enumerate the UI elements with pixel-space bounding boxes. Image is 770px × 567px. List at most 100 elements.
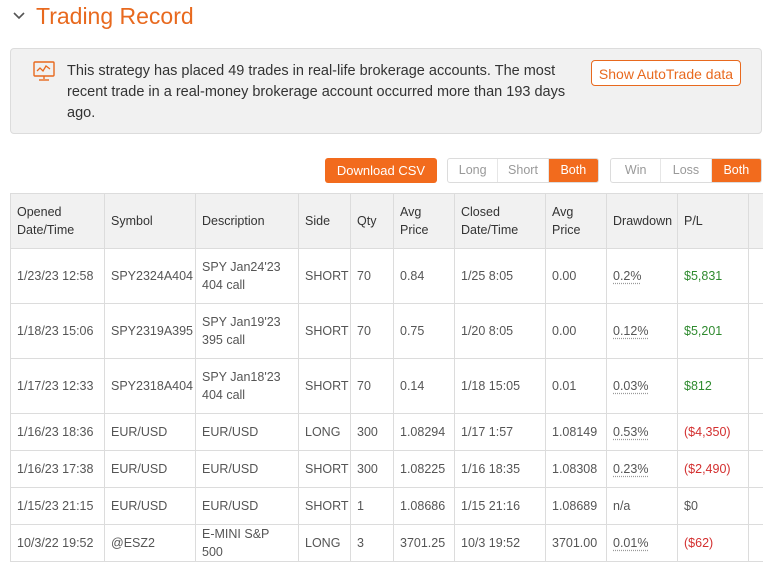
trades-table: Opened Date/Time Symbol Description Side… [10,193,763,562]
cell-symbol: EUR/USD [104,487,196,525]
symbol-value: SPY2318A404 [111,379,194,393]
closed-value: 1/17 1:57 [461,425,514,439]
chart-monitor-icon [33,61,55,81]
col-closed[interactable]: Closed Date/Time [454,193,546,249]
table-row[interactable]: 1/17/23 12:33 SPY2318A404 SPY Jan18'23 404… [10,358,763,414]
opened-value: 1/16/23 17:38 [17,462,94,476]
cell-opened: 1/16/23 18:36 [10,413,105,451]
qty-value: 300 [357,425,378,439]
cell-pl: $0 [677,487,749,525]
col-symbol[interactable]: Symbol [104,193,196,249]
col-avg-open[interactable]: Avg Price [393,193,455,249]
col-drawdown[interactable]: Drawdown [606,193,678,249]
header-label: Symbol [111,214,153,228]
header-label: Closed Date/Time [461,205,519,237]
cell-qty: 3 [350,524,394,562]
cell-symbol: EUR/USD [104,413,196,451]
closed-value: 1/16 18:35 [461,462,521,476]
drawdown-value[interactable]: 0.53% [613,425,648,439]
drawdown-value[interactable]: n/a [613,499,630,513]
closed-value: 1/25 8:05 [461,269,514,283]
cell-qty: 300 [350,413,394,451]
cell-side: SHORT [298,450,351,488]
filter-outcome-both[interactable]: Both [711,159,761,182]
col-pl[interactable]: P/L [677,193,749,249]
avg-open-value: 1.08686 [400,499,446,513]
cell-drawdown: 0.53% [606,413,678,451]
table-row[interactable]: 1/16/23 18:36 EUR/USD EUR/USD LONG 300 1.0829… [10,413,763,451]
notice-text: This strategy has placed 49 trades in re… [67,63,566,121]
cell-opened: 1/15/23 21:15 [10,487,105,525]
avg-close-value: 0.01 [552,379,577,393]
cell-extra [748,450,763,488]
filter-short[interactable]: Short [498,159,549,182]
drawdown-value[interactable]: 0.12% [613,324,648,338]
filter-long[interactable]: Long [448,159,499,182]
cell-closed: 1/16 18:35 [454,450,546,488]
drawdown-value[interactable]: 0.2% [613,269,642,283]
pl-value: ($4,350) [684,425,731,439]
closed-value: 10/3 19:52 [461,536,521,550]
download-csv-button[interactable]: Download CSV [325,158,437,183]
cell-symbol: EUR/USD [104,450,196,488]
qty-value: 1 [357,499,364,513]
qty-value: 3 [357,536,364,550]
col-description[interactable]: Description [195,193,299,249]
pl-value: $5,201 [684,324,723,338]
cell-pl: $5,201 [677,303,749,359]
symbol-value: SPY2319A395 [111,324,194,338]
drawdown-value[interactable]: 0.01% [613,536,648,550]
symbol-value: EUR/USD [111,499,168,513]
filter-loss[interactable]: Loss [661,159,712,182]
cell-side: SHORT [298,248,351,304]
section-title: Trading Record [36,2,194,29]
avg-open-value: 0.75 [400,324,425,338]
table-row[interactable]: 10/3/22 19:52 @ESZ2 E-MINI S&P 500 LONG 3 370… [10,524,763,562]
table-row[interactable]: 1/23/23 12:58 SPY2324A404 SPY Jan24'23 404… [10,248,763,304]
chevron-down-icon[interactable] [12,9,26,23]
avg-close-value: 0.00 [552,324,577,338]
avg-close-value: 1.08308 [552,462,598,476]
cell-opened: 10/3/22 19:52 [10,524,105,562]
cell-side: SHORT [298,487,351,525]
col-opened[interactable]: Opened Date/Time [10,193,105,249]
cell-opened: 1/18/23 15:06 [10,303,105,359]
cell-drawdown: 0.23% [606,450,678,488]
show-autotrade-data-button[interactable]: Show AutoTrade data [591,60,741,86]
opened-value: 1/17/23 12:33 [17,379,94,393]
cell-drawdown: 0.01% [606,524,678,562]
avg-open-value: 0.14 [400,379,425,393]
table-row[interactable]: 1/15/23 21:15 EUR/USD EUR/USD SHORT 1 1.08686… [10,487,763,525]
cell-opened: 1/23/23 12:58 [10,248,105,304]
cell-avg-close: 0.01 [545,358,607,414]
col-qty[interactable]: Qty [350,193,394,249]
filter-direction-both[interactable]: Both [548,159,598,182]
opened-value: 1/23/23 12:58 [17,269,94,283]
cell-side: LONG [298,524,351,562]
cell-extra [748,358,763,414]
side-value: SHORT [305,379,349,393]
filter-win[interactable]: Win [611,159,662,182]
cell-avg-close: 1.08308 [545,450,607,488]
cell-symbol: @ESZ2 [104,524,196,562]
cell-description: E-MINI S&P 500 [195,524,299,562]
pl-value: ($62) [684,536,714,550]
pl-value: ($2,490) [684,462,731,476]
drawdown-value[interactable]: 0.23% [613,462,648,476]
cell-symbol: SPY2324A404 [104,248,196,304]
description-value: SPY Jan24'23 404 call [202,260,281,292]
cell-pl: ($2,490) [677,450,749,488]
description-value: E-MINI S&P 500 [202,527,270,559]
table-row[interactable]: 1/18/23 15:06 SPY2319A395 SPY Jan19'23 395… [10,303,763,359]
section-header[interactable]: Trading Record [12,0,194,32]
drawdown-value[interactable]: 0.03% [613,379,648,393]
trades-table-container[interactable]: Opened Date/Time Symbol Description Side… [10,193,763,567]
table-row[interactable]: 1/16/23 17:38 EUR/USD EUR/USD SHORT 300 1.082… [10,450,763,488]
opened-value: 1/18/23 15:06 [17,324,94,338]
header-label: Drawdown [613,214,673,228]
cell-closed: 1/15 21:16 [454,487,546,525]
closed-value: 1/15 21:16 [461,499,521,513]
col-avg-close[interactable]: Avg Price [545,193,607,249]
col-side[interactable]: Side [298,193,351,249]
opened-value: 10/3/22 19:52 [17,536,94,550]
